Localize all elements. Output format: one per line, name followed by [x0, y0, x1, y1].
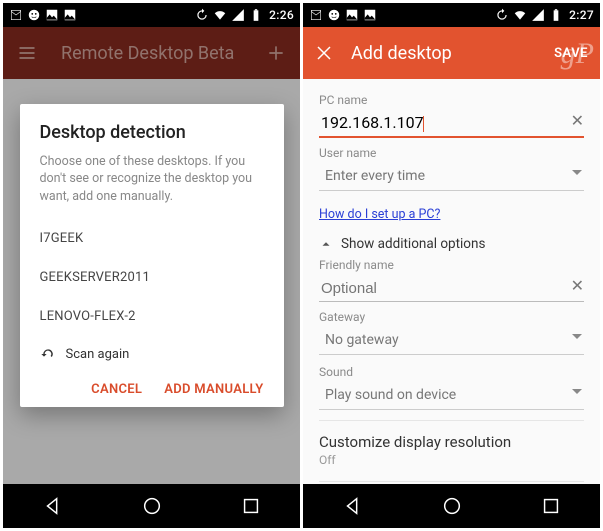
picture-icon	[345, 8, 359, 22]
status-bar: 2:27	[303, 3, 600, 27]
picture-icon	[63, 8, 77, 22]
sound-value: Play sound on device	[325, 387, 456, 403]
friendly-name-input[interactable]	[321, 280, 560, 297]
pc-name-field[interactable]: 192.168.1.107 ✕	[319, 107, 584, 138]
wifi-icon	[513, 8, 527, 22]
app-icon	[327, 8, 341, 22]
desktop-item[interactable]: GEEKSERVER2011	[40, 258, 264, 297]
desktop-item[interactable]: I7GEEK	[40, 219, 264, 258]
close-icon[interactable]	[315, 44, 333, 62]
dialog-title: Desktop detection	[40, 122, 264, 143]
friendly-name-label: Friendly name	[319, 258, 584, 272]
refresh-icon	[495, 8, 509, 22]
mail-icon	[9, 8, 23, 22]
android-navbar	[3, 484, 300, 528]
user-name-value: Enter every time	[325, 168, 425, 184]
appbar-title: Add desktop	[351, 43, 546, 64]
save-button[interactable]: SAVE	[554, 46, 588, 61]
home-icon[interactable]	[441, 495, 463, 517]
cancel-button[interactable]: CANCEL	[91, 382, 142, 397]
user-name-select[interactable]: Enter every time	[319, 160, 584, 191]
back-icon[interactable]	[42, 495, 64, 517]
help-link[interactable]: How do I set up a PC?	[319, 207, 440, 222]
gateway-value: No gateway	[325, 332, 399, 348]
picture-icon	[363, 8, 377, 22]
phone-right: 2:27 Add desktop SAVE gP PC name 192.168…	[303, 3, 600, 528]
recents-icon[interactable]	[540, 495, 562, 517]
pc-name-value: 192.168.1.107	[321, 113, 424, 132]
desktop-detection-dialog: Desktop detection Choose one of these de…	[20, 104, 284, 408]
sound-select[interactable]: Play sound on device	[319, 379, 584, 410]
status-bar: 2:26	[3, 3, 300, 27]
desktop-item[interactable]: LENOVO-FLEX-2	[40, 297, 264, 336]
status-time: 2:27	[569, 8, 594, 22]
mail-icon	[309, 8, 323, 22]
chevron-up-icon	[319, 237, 333, 251]
text-caret	[423, 116, 424, 132]
back-icon[interactable]	[342, 495, 364, 517]
refresh-icon	[195, 8, 209, 22]
show-additional-toggle[interactable]: Show additional options	[319, 236, 584, 252]
app-icon	[27, 8, 41, 22]
friendly-name-field[interactable]: ✕	[319, 272, 584, 302]
pc-name-label: PC name	[319, 93, 584, 107]
dialog-body: Choose one of these desktops. If you don…	[40, 153, 264, 206]
recents-icon[interactable]	[240, 495, 262, 517]
battery-icon	[249, 8, 263, 22]
scan-again-button[interactable]: Scan again	[40, 336, 264, 372]
gateway-select[interactable]: No gateway	[319, 324, 584, 355]
phone-left: 2:26 Remote Desktop Beta It's lonely her…	[3, 3, 300, 528]
dialog-scrim[interactable]: Desktop detection Choose one of these de…	[3, 27, 300, 484]
chevron-down-icon	[572, 389, 582, 394]
chevron-down-icon	[572, 334, 582, 339]
wifi-icon	[213, 8, 227, 22]
status-time: 2:26	[269, 8, 294, 22]
display-resolution-title: Customize display resolution	[319, 433, 584, 451]
picture-icon	[45, 8, 59, 22]
show-additional-label: Show additional options	[341, 236, 485, 252]
display-resolution-row[interactable]: Customize display resolution Off	[319, 420, 584, 475]
display-resolution-sub: Off	[319, 453, 584, 467]
signal-icon	[231, 8, 245, 22]
scan-again-label: Scan again	[66, 347, 130, 362]
refresh-icon	[40, 346, 56, 362]
signal-icon	[531, 8, 545, 22]
battery-icon	[549, 8, 563, 22]
sound-label: Sound	[319, 365, 584, 379]
user-name-label: User name	[319, 146, 584, 160]
gateway-label: Gateway	[319, 310, 584, 324]
clear-icon[interactable]: ✕	[571, 111, 584, 130]
form-content: PC name 192.168.1.107 ✕ User name Enter …	[303, 79, 600, 484]
appbar: Add desktop SAVE	[303, 27, 600, 79]
chevron-down-icon	[572, 170, 582, 175]
home-icon[interactable]	[141, 495, 163, 517]
android-navbar	[303, 484, 600, 528]
clear-icon[interactable]: ✕	[571, 276, 584, 295]
add-manually-button[interactable]: ADD MANUALLY	[164, 382, 263, 397]
